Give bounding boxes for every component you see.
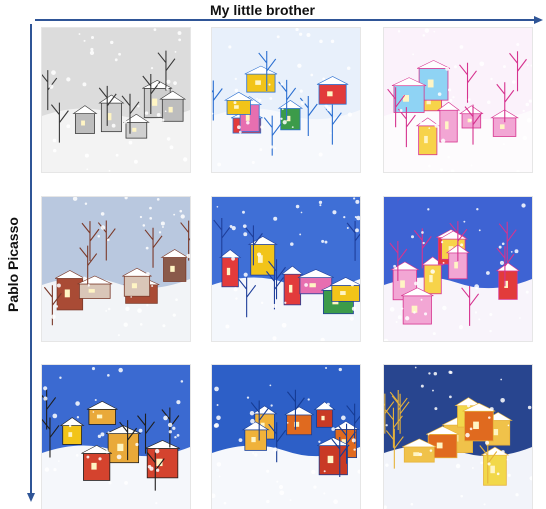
painting-crayon-pink-houses	[384, 28, 532, 172]
painting-cubist-yellow-houses	[42, 365, 190, 509]
comparison-figure: My little brother Pablo Picasso	[0, 0, 546, 509]
top-axis-label: My little brother	[210, 2, 316, 18]
painting-snowy-red-town	[42, 197, 190, 341]
left-axis-arrow-line	[30, 24, 32, 494]
painting-colorful-snow-village	[212, 28, 360, 172]
top-axis-arrow-line	[35, 19, 535, 21]
painting-sketch-snow-trees	[42, 28, 190, 172]
left-axis-arrowhead	[27, 493, 35, 502]
left-axis-label: Pablo Picasso	[5, 217, 21, 312]
top-axis-arrowhead	[534, 16, 543, 24]
painting-bold-orange-houses	[212, 365, 360, 509]
painting-night-snow-yellow-houses	[384, 365, 532, 509]
painting-blue-night-village	[212, 197, 360, 341]
painting-snowflake-pink-village	[384, 197, 532, 341]
